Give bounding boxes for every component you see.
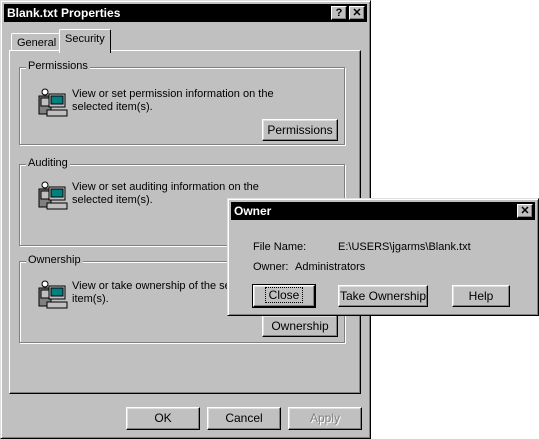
owner-title-bar[interactable]: Owner ✕ [231,202,535,220]
file-name-label: File Name: [253,241,307,253]
permissions-description: View or set permission information on th… [72,88,274,113]
permissions-legend: Permissions [26,60,90,72]
help-dialog-button[interactable]: Help [452,285,510,307]
close-button[interactable]: ✕ [349,6,365,20]
take-ownership-button[interactable]: Take Ownership [338,285,428,307]
permissions-button-label: Permissions [267,123,333,137]
owner-dialog: Owner ✕ File Name: E:\USERS\jgarms\Blank… [227,198,539,316]
permissions-button[interactable]: Permissions [262,119,338,141]
close-button-label: Close [264,287,304,303]
ownership-legend: Ownership [26,254,83,266]
ok-button[interactable]: OK [126,407,200,430]
tab-security[interactable]: Security [59,29,111,53]
owner-close-dialog-button[interactable]: Close [252,284,316,308]
help-button[interactable]: ? [331,6,347,20]
owner-dialog-title: Owner [234,204,272,218]
apply-button[interactable]: Apply [288,407,362,430]
tab-general-label: General [17,37,57,49]
owner-close-button[interactable]: ✕ [517,204,533,218]
auditing-legend: Auditing [26,157,70,169]
window-title: Blank.txt Properties [7,6,121,20]
cancel-button[interactable]: Cancel [207,407,281,430]
owner-value: Administrators [295,261,366,273]
tab-security-label: Security [65,33,105,45]
owner-label: Owner: [253,261,289,273]
ownership-button-label: Ownership [271,319,329,333]
permissions-group: Permissions View or set permission infor… [19,60,345,145]
user-computer-icon [38,88,68,117]
user-computer-icon [38,280,68,309]
user-computer-icon [38,181,68,210]
properties-title-bar[interactable]: Blank.txt Properties ? ✕ [4,4,367,22]
file-name-value: E:\USERS\jgarms\Blank.txt [338,241,471,253]
ownership-button[interactable]: Ownership [262,315,338,337]
